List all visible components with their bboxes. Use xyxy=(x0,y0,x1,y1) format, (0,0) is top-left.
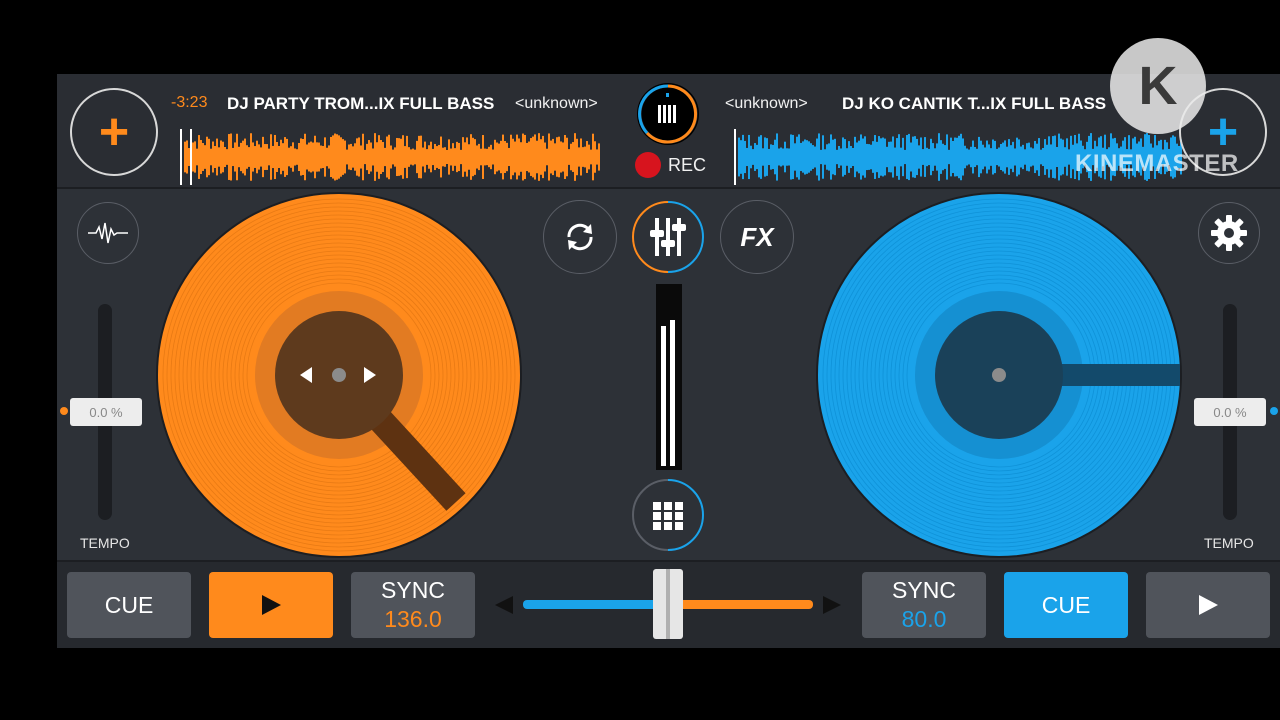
settings-button[interactable] xyxy=(1198,202,1260,264)
sliders-icon xyxy=(632,201,704,273)
rec-dot-icon[interactable] xyxy=(635,152,661,178)
fx-button[interactable]: FX xyxy=(720,200,794,274)
left-tempo-marker xyxy=(60,407,68,415)
play-icon xyxy=(262,595,281,615)
left-cue-button[interactable]: CUE xyxy=(67,572,191,638)
right-sync-button[interactable]: SYNC 80.0 xyxy=(862,572,986,638)
loop-button[interactable] xyxy=(543,200,617,274)
left-play-button[interactable] xyxy=(209,572,333,638)
waveform-view-button[interactable] xyxy=(77,202,139,264)
play-icon xyxy=(1199,595,1218,615)
left-tempo-value[interactable]: 0.0 % xyxy=(70,398,142,426)
left-track-title: DJ PARTY TROM...IX FULL BASS xyxy=(227,94,495,113)
left-tempo-label: TEMPO xyxy=(80,535,130,551)
crossfader-right-arrow-icon xyxy=(823,596,841,614)
plus-icon: + xyxy=(98,103,130,161)
right-cue-button[interactable]: CUE xyxy=(1004,572,1128,638)
grid-icon xyxy=(632,479,704,551)
add-track-left-button[interactable]: + xyxy=(70,88,158,176)
kinemaster-logo-letter: K xyxy=(1138,56,1178,116)
record-progress-icon xyxy=(638,84,698,144)
mixer-button[interactable] xyxy=(631,200,705,274)
left-turntable[interactable] xyxy=(156,192,522,558)
rec-label[interactable]: REC xyxy=(668,155,706,176)
loop-icon xyxy=(567,223,593,251)
gear-icon xyxy=(1211,215,1247,251)
right-play-button[interactable] xyxy=(1146,572,1270,638)
vu-meter xyxy=(656,284,682,470)
right-cue-label: CUE xyxy=(1041,591,1091,618)
left-sync-label: SYNC xyxy=(381,577,445,603)
fx-label: FX xyxy=(740,221,774,252)
right-turntable[interactable] xyxy=(816,192,1182,558)
record-knob[interactable] xyxy=(637,83,699,145)
right-tempo-marker xyxy=(1270,407,1278,415)
right-tempo-label: TEMPO xyxy=(1204,535,1254,551)
right-track-artist: <unknown> xyxy=(725,95,808,112)
left-waveform[interactable] xyxy=(180,129,602,185)
right-sync-label: SYNC xyxy=(892,577,956,603)
pads-button[interactable] xyxy=(631,478,705,552)
crossfader-left-arrow-icon xyxy=(495,596,513,614)
left-sync-button[interactable]: SYNC 136.0 xyxy=(351,572,475,638)
right-tempo-value[interactable]: 0.0 % xyxy=(1194,398,1266,426)
pulse-icon xyxy=(88,222,128,244)
crossfader[interactable] xyxy=(493,567,843,643)
left-cue-label: CUE xyxy=(104,591,154,618)
right-track-title: DJ KO CANTIK T...IX FULL BASS xyxy=(842,94,1107,113)
kinemaster-watermark: KINEMASTER xyxy=(1075,150,1239,177)
kinemaster-logo: K xyxy=(1110,38,1206,134)
bottom-bar: CUE SYNC 136.0 SYNC 80.0 CUE xyxy=(57,560,1280,648)
left-time: -3:23 xyxy=(171,94,208,111)
left-bpm: 136.0 xyxy=(384,606,442,632)
right-bpm: 80.0 xyxy=(901,606,947,632)
left-track-artist: <unknown> xyxy=(515,95,598,112)
